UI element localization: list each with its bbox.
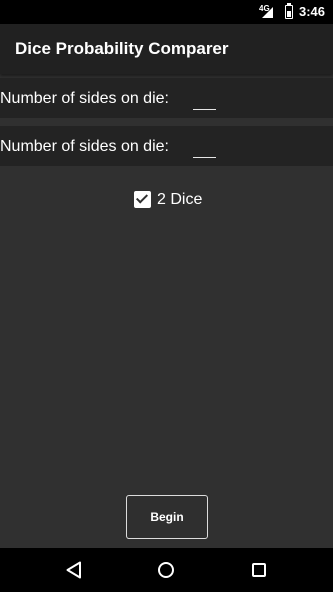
- checkmark-icon: [135, 191, 149, 204]
- battery-icon: [285, 3, 293, 19]
- die-sides-row-2: Number of sides on die:: [0, 126, 333, 166]
- die-sides-label-1: Number of sides on die:: [0, 90, 169, 107]
- app-title: Dice Probability Comparer: [15, 39, 229, 58]
- app-bar: Dice Probability Comparer: [0, 24, 333, 74]
- back-icon[interactable]: [66, 561, 82, 579]
- status-time: 3:46: [299, 4, 326, 19]
- die-sides-row-1: Number of sides on die:: [0, 78, 333, 118]
- die-sides-label-2: Number of sides on die:: [0, 138, 169, 155]
- navigation-bar: [0, 548, 333, 592]
- signal-icon: [262, 7, 273, 18]
- die-sides-input-2[interactable]: [193, 136, 216, 158]
- begin-button[interactable]: Begin: [126, 495, 208, 539]
- recent-apps-icon[interactable]: [252, 563, 266, 577]
- status-bar: 4G 3:46: [0, 0, 333, 24]
- two-dice-label[interactable]: 2 Dice: [157, 191, 202, 209]
- checkbox-checked-icon[interactable]: [134, 191, 151, 208]
- home-icon[interactable]: [158, 562, 174, 578]
- die-sides-input-1[interactable]: [193, 88, 216, 110]
